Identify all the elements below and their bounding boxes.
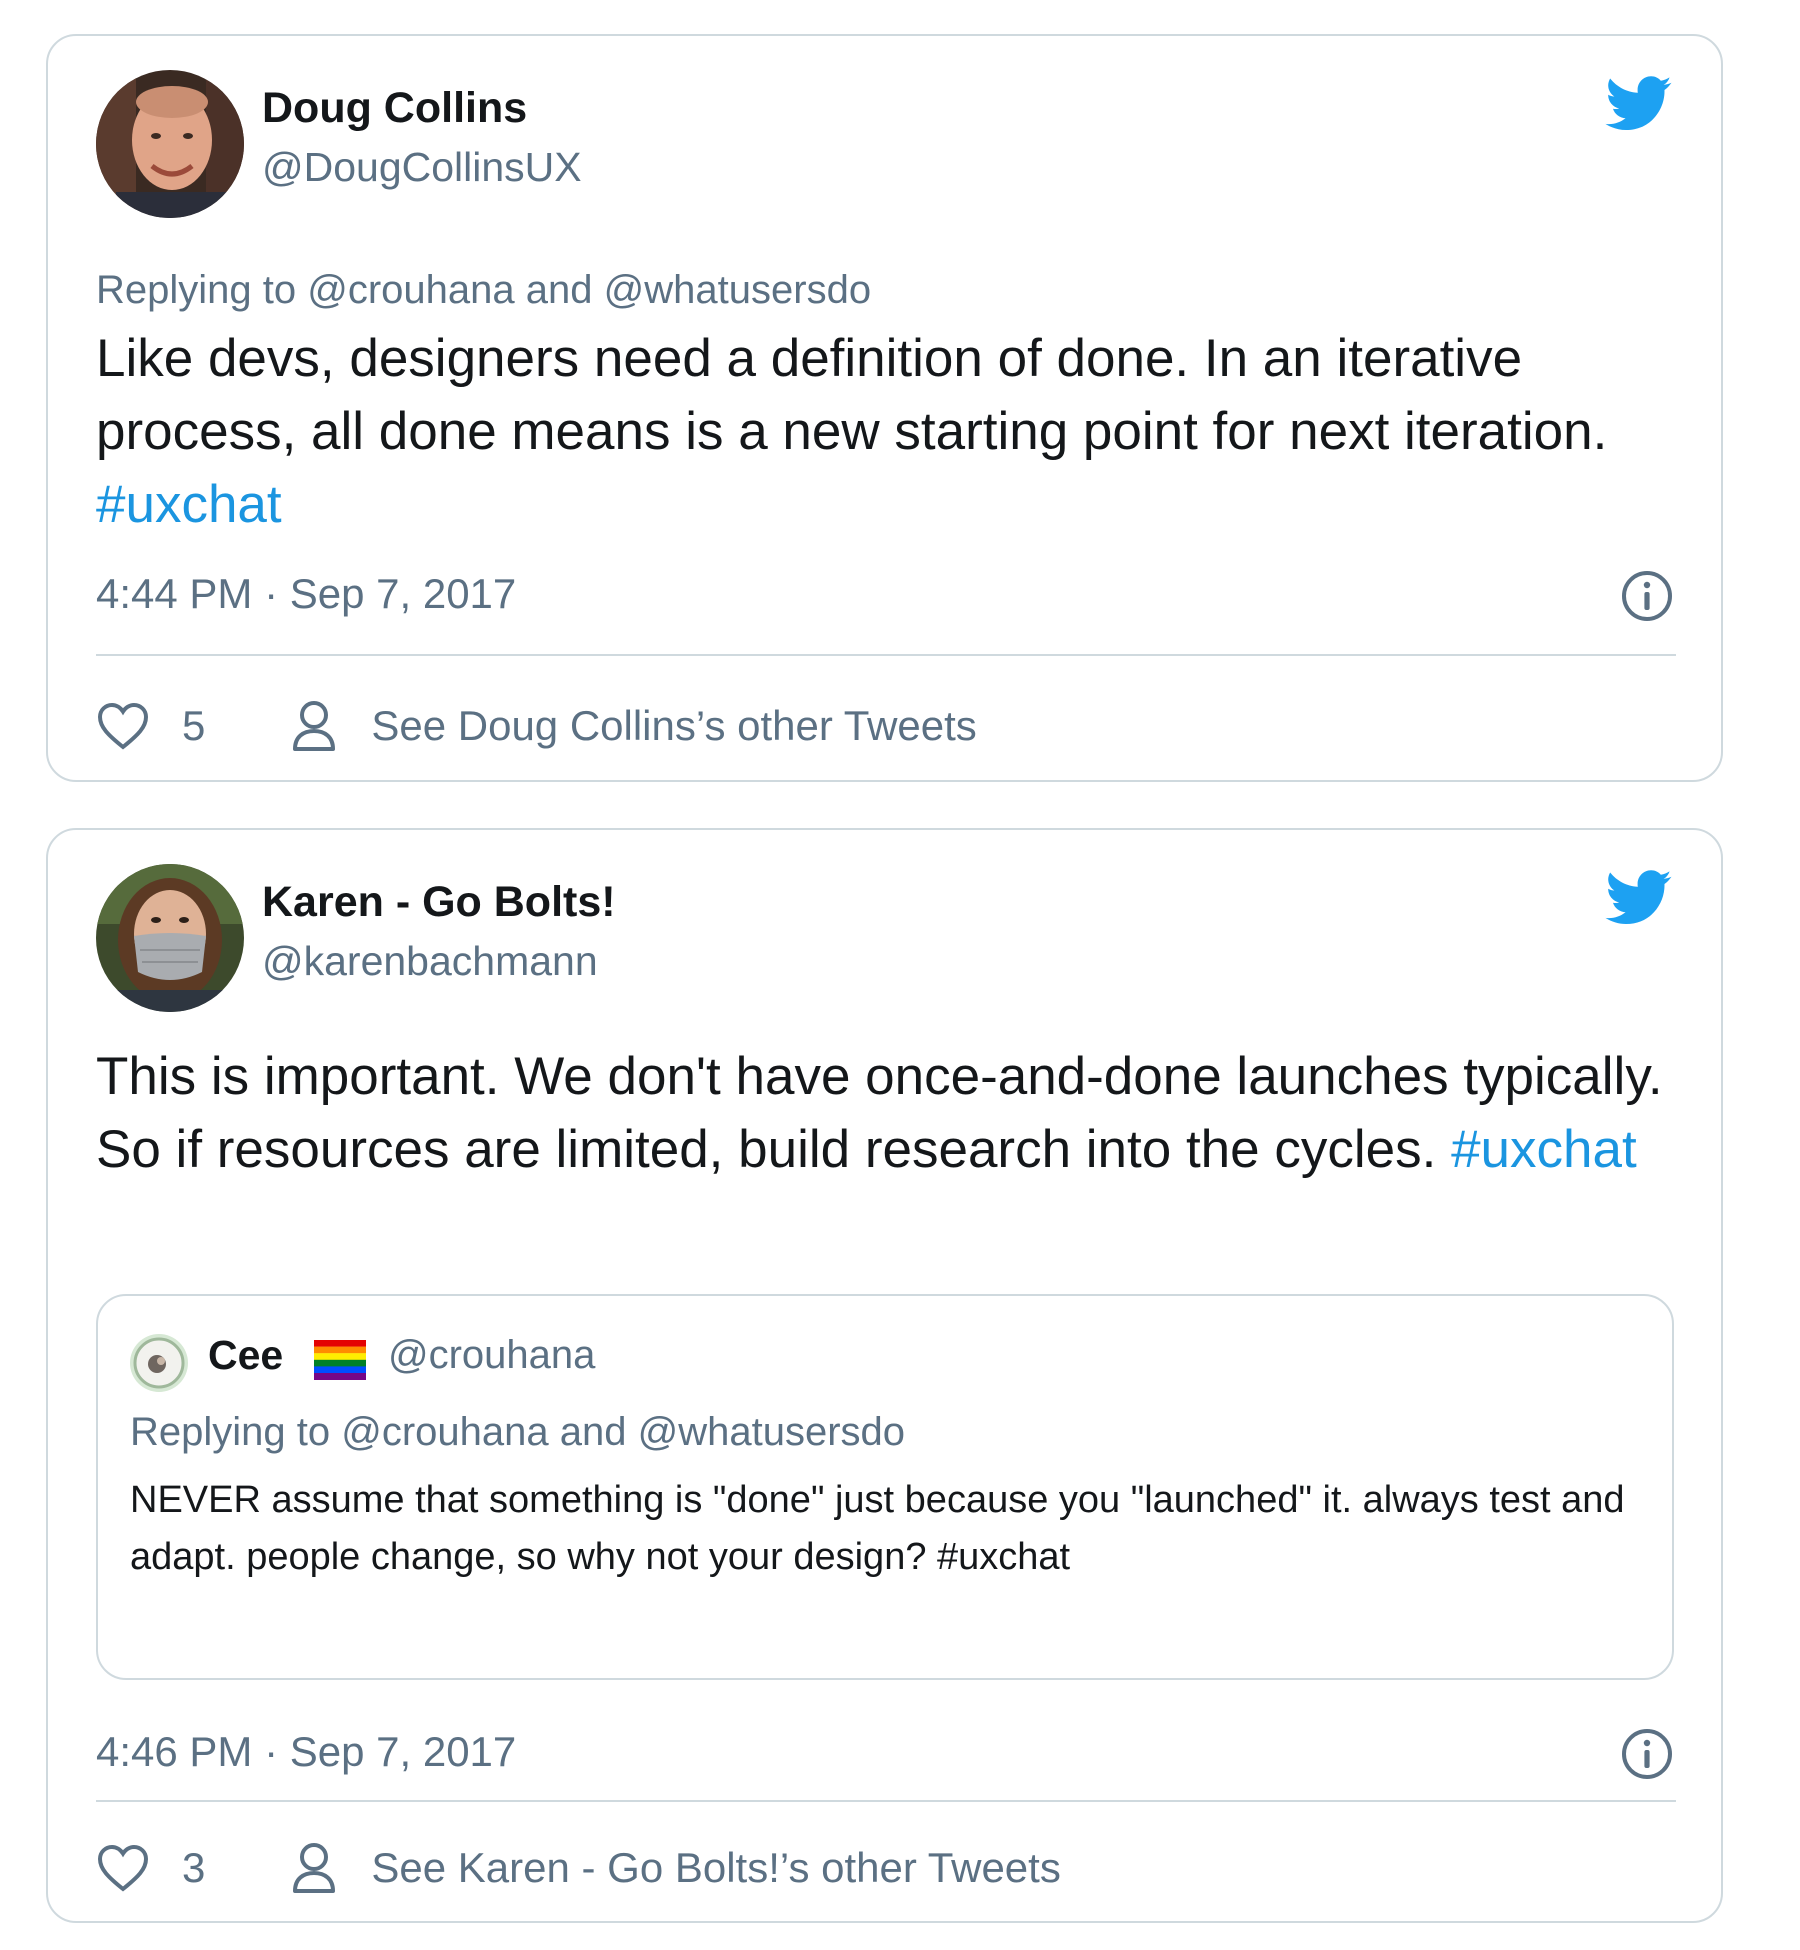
- quoted-tweet-text: NEVER assume that something is "done" ju…: [130, 1479, 1625, 1578]
- see-other-tweets-link[interactable]: See Karen - Go Bolts!’s other Tweets: [371, 1844, 1060, 1892]
- twitter-bird-icon[interactable]: [1605, 870, 1673, 926]
- heart-icon[interactable]: [96, 1843, 150, 1893]
- author-name[interactable]: Doug Collins: [262, 84, 527, 133]
- replying-to: Replying to @crouhana and @whatusersdo: [96, 268, 871, 313]
- tweet-timestamp[interactable]: 4:46 PM · Sep 7, 2017: [96, 1728, 516, 1776]
- quoted-avatar[interactable]: [130, 1334, 188, 1392]
- tweet-body: This is important. We don't have once-an…: [96, 1047, 1663, 1179]
- quoted-tweet[interactable]: Cee @crouhana Replying to @crouhana and …: [96, 1294, 1674, 1680]
- mention-link[interactable]: @crouhana: [307, 268, 514, 312]
- divider: [96, 1800, 1676, 1802]
- quoted-author-handle[interactable]: @crouhana: [388, 1333, 595, 1378]
- divider: [96, 654, 1676, 656]
- avatar[interactable]: [96, 864, 244, 1012]
- info-icon[interactable]: [1621, 1728, 1673, 1780]
- heart-icon[interactable]: [96, 701, 150, 751]
- tweet-timestamp[interactable]: 4:44 PM · Sep 7, 2017: [96, 570, 516, 618]
- info-icon[interactable]: [1621, 570, 1673, 622]
- hashtag-link[interactable]: #uxchat: [96, 475, 282, 534]
- hashtag-link[interactable]: #uxchat: [1451, 1120, 1637, 1179]
- quoted-author-name[interactable]: Cee: [208, 1332, 283, 1379]
- tweet-card[interactable]: Doug Collins @DougCollinsUX Replying to …: [46, 34, 1723, 782]
- tweet-body: Like devs, designers need a definition o…: [96, 329, 1608, 461]
- replying-conjunction: and: [525, 268, 593, 312]
- author-name[interactable]: Karen - Go Bolts!: [262, 878, 616, 927]
- tweet-text: This is important. We don't have once-an…: [96, 1040, 1686, 1186]
- replying-prefix: Replying to: [96, 268, 297, 312]
- author-handle[interactable]: @DougCollinsUX: [262, 144, 582, 191]
- avatar-image: [130, 1334, 188, 1392]
- avatar-image: [96, 70, 244, 218]
- like-count[interactable]: 3: [182, 1844, 205, 1892]
- person-icon[interactable]: [291, 1841, 337, 1895]
- avatar[interactable]: [96, 70, 244, 218]
- like-count[interactable]: 5: [182, 702, 205, 750]
- tweet-text: Like devs, designers need a definition o…: [96, 322, 1686, 541]
- quoted-replying-to: Replying to @crouhana and @whatusersdo: [130, 1410, 905, 1454]
- avatar-image: [96, 864, 244, 1012]
- tweet-actions: 3 See Karen - Go Bolts!’s other Tweets: [96, 1838, 1061, 1898]
- tweet-card[interactable]: Karen - Go Bolts! @karenbachmann This is…: [46, 828, 1723, 1923]
- see-other-tweets-link[interactable]: See Doug Collins’s other Tweets: [371, 702, 976, 750]
- rainbow-flag-icon: [314, 1340, 366, 1380]
- author-handle[interactable]: @karenbachmann: [262, 938, 598, 985]
- person-icon[interactable]: [291, 699, 337, 753]
- tweet-actions: 5 See Doug Collins’s other Tweets: [96, 696, 977, 756]
- twitter-bird-icon[interactable]: [1605, 76, 1673, 132]
- mention-link[interactable]: @whatusersdo: [604, 268, 871, 312]
